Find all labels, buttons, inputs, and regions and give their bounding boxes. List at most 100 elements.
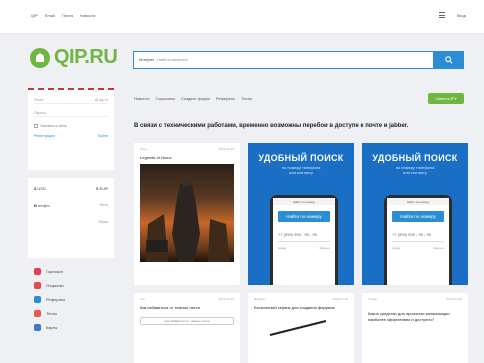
ad-subtitle-2: или контакту: [403, 170, 427, 175]
password-label: Пароль: [34, 111, 47, 115]
checkbox-icon[interactable]: [34, 124, 38, 128]
ad-banner-2[interactable]: УДОБНЫЙ ПОИСК по номеру телефона или кон…: [362, 143, 468, 285]
phone-mockup: Найти по номеру Найти по номеру +7 (999)…: [270, 195, 338, 285]
phone-find-button: Найти по номеру: [278, 211, 330, 222]
card-header: Хит 2019-07-25: [134, 293, 240, 305]
oil-symbol: B: [34, 203, 37, 208]
top-nav-item-mail[interactable]: Почта: [62, 13, 73, 18]
login-links: Регистрация Войти: [34, 134, 108, 138]
card-date: 2019-07-25: [332, 297, 348, 301]
ad-banner-1[interactable]: УДОБНЫЙ ПОИСК по номеру телефона или кон…: [248, 143, 354, 285]
card-date: 2019-07-25: [218, 147, 234, 151]
register-link[interactable]: Регистрация: [34, 134, 54, 138]
game-card[interactable]: Игры 2019-07-25 Legends of Honor: [134, 143, 240, 285]
sub-nav-create-forum[interactable]: Создать форум: [181, 96, 210, 101]
sub-nav: Новости Гороскопы Создать форум Рефераты…: [134, 96, 252, 101]
search-icon: [445, 56, 453, 64]
services-list: Гороскоп Открытки Рефераты Тесты Карты: [34, 268, 65, 338]
sub-nav-horoscopes[interactable]: Гороскопы: [155, 96, 175, 101]
card-date: 2019-07-25: [446, 297, 462, 301]
service-label: Тесты: [46, 311, 58, 316]
extra-sub: Biржа: [98, 220, 108, 224]
headline: В связи с техническими работами, временн…: [134, 123, 409, 129]
service-label: Рефераты: [46, 297, 66, 302]
phone-top-bar: Найти по номеру: [387, 198, 449, 205]
top-bar: QIP Email Почта Новости Вход: [0, 0, 484, 34]
top-nav: QIP Email Почта Новости: [31, 13, 96, 18]
menu-icon[interactable]: [438, 12, 445, 18]
top-nav-item-qip[interactable]: QIP: [31, 13, 38, 18]
warrior-illustration: [146, 176, 230, 262]
enter-link[interactable]: Войти: [98, 134, 108, 138]
login-link[interactable]: Вход: [457, 13, 466, 18]
service-label: Открытки: [46, 283, 64, 288]
bottom-card-1[interactable]: Хит 2019-07-25 Как избавиться от темных …: [134, 293, 240, 363]
game-image[interactable]: [140, 164, 234, 262]
sub-nav-essays[interactable]: Рефераты: [216, 96, 235, 101]
oil-sub: Brent: [99, 203, 108, 207]
service-horoscope[interactable]: Гороскоп: [34, 268, 65, 275]
card-category: Хит: [140, 297, 146, 301]
eur-symbol: €: [96, 186, 99, 191]
service-postcards[interactable]: Открытки: [34, 282, 65, 289]
logo[interactable]: QIP.RU: [30, 46, 118, 69]
sub-nav-tests[interactable]: Тесты: [241, 96, 252, 101]
phone-find-button: Найти по номеру: [392, 211, 444, 222]
usd-symbol: $: [34, 186, 37, 191]
tests-icon: [34, 310, 41, 317]
card-text[interactable]: Какое средство для прочистки канализации…: [362, 311, 468, 323]
rates-box: $ USD € EUR B нефть Brent Biржа: [28, 178, 114, 258]
sub-nav-news[interactable]: Новости: [134, 96, 149, 101]
currency-row: $ USD € EUR: [34, 186, 108, 191]
top-nav-item-news[interactable]: Новости: [80, 13, 95, 18]
card-date: 2019-07-25: [218, 297, 234, 301]
essays-icon: [34, 296, 41, 303]
phone-top-bar: Найти по номеру: [273, 198, 335, 205]
card-pill[interactable]: Как избавиться от темных пятен: [140, 317, 234, 325]
oil-row: B нефть Brent: [34, 203, 108, 208]
search-placeholder: Найти в интернете: [157, 58, 188, 62]
bottom-card-2[interactable]: Форумы 2019-07-25 Бесплатный сервис для …: [248, 293, 354, 363]
maps-icon: [34, 324, 41, 331]
top-right: Вход: [438, 12, 466, 18]
service-label: Гороскоп: [46, 269, 63, 274]
phone-mockup: Найти по номеру Найти по номеру +7 (999)…: [384, 195, 452, 285]
card-header: Форумы 2019-07-25: [248, 293, 354, 305]
phone-back: Назад: [392, 246, 401, 250]
remember-label: Запомнить меня: [40, 124, 67, 128]
eur-value: EUR: [99, 186, 108, 191]
login-box: Логин @ qip.ru Пароль Запомнить меня Рег…: [28, 88, 114, 170]
search-button[interactable]: [434, 51, 464, 69]
password-field[interactable]: Пароль: [34, 111, 108, 117]
ad-subtitle-2: или контакту: [289, 170, 313, 175]
service-label: Карты: [46, 325, 58, 330]
card-header: Игры 2019-07-25: [134, 143, 240, 155]
phone-number: +7 (999) 999 - 99 - 99: [278, 232, 317, 237]
service-tests[interactable]: Тесты: [34, 310, 65, 317]
change-ip-button[interactable]: Сменить IP ▾: [428, 93, 464, 104]
postcard-icon: [34, 282, 41, 289]
login-domain[interactable]: @ qip.ru: [95, 98, 108, 103]
horoscope-icon: [34, 268, 41, 275]
logo-text: QIP.RU: [54, 46, 118, 68]
top-nav-item-email[interactable]: Email: [45, 13, 55, 18]
card-title[interactable]: Legends of Honor: [134, 155, 240, 160]
bottom-card-3[interactable]: Отзыв 2019-07-25 Какое средство для проч…: [362, 293, 468, 363]
card-header: Отзыв 2019-07-25: [362, 293, 468, 305]
logo-badge-icon: [30, 47, 50, 68]
usd-value: USD: [37, 186, 46, 191]
oil-value: нефть: [38, 203, 50, 208]
remember-checkbox[interactable]: Запомнить меня: [34, 124, 108, 128]
card-text[interactable]: Как избавиться от темных пятен: [134, 305, 240, 311]
login-field[interactable]: Логин @ qip.ru: [34, 98, 108, 104]
pen-illustration: [269, 320, 327, 336]
search-scope[interactable]: Интернет: [139, 58, 154, 62]
search-bar: Интернет Найти в интернете: [133, 51, 464, 69]
ad-title: УДОБНЫЙ ПОИСК: [372, 153, 458, 163]
search-input[interactable]: Интернет Найти в интернете: [133, 51, 434, 69]
service-essays[interactable]: Рефераты: [34, 296, 65, 303]
service-maps[interactable]: Карты: [34, 324, 65, 331]
card-text[interactable]: Бесплатный сервис для создания форумов: [248, 305, 354, 311]
card-category: Игры: [140, 147, 148, 151]
ad-title: УДОБНЫЙ ПОИСК: [258, 153, 344, 163]
